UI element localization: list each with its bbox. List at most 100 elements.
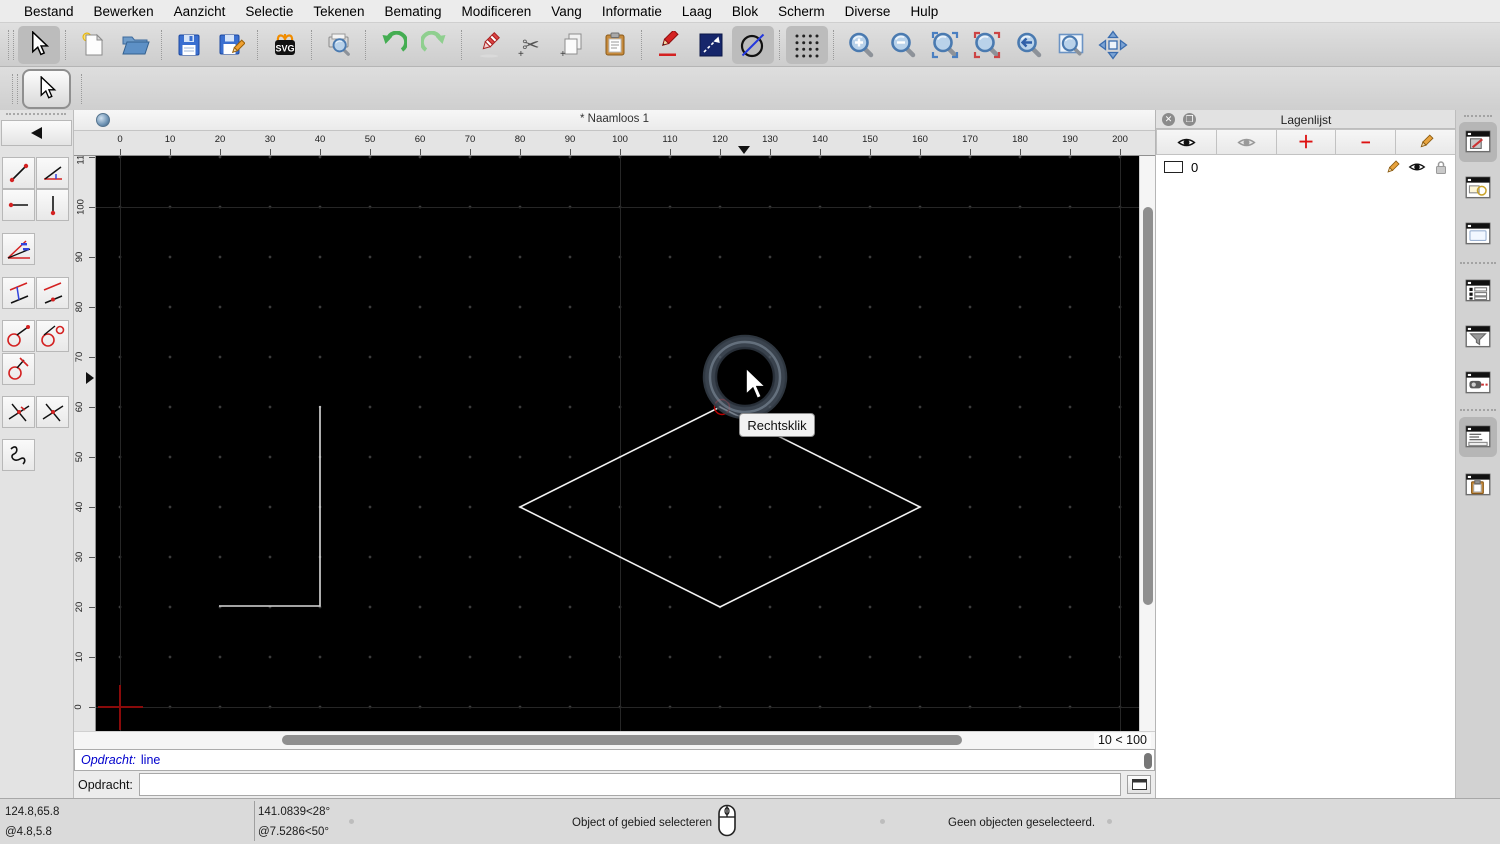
current-tool-select-button[interactable] <box>22 69 71 109</box>
svg-export-button[interactable]: SVG <box>264 26 306 64</box>
menu-tekenen[interactable]: Tekenen <box>303 4 374 19</box>
entity-list-dock-button[interactable] <box>1459 271 1497 311</box>
dock-drag-handle[interactable] <box>1464 115 1492 117</box>
document-title: * Naamloos 1 <box>74 113 1155 125</box>
cut-button[interactable]: ✂ + <box>510 26 552 64</box>
line-bisector-button[interactable] <box>2 233 35 265</box>
drawing-canvas[interactable]: Rechtsklik <box>96 156 1139 731</box>
menu-hulp[interactable]: Hulp <box>900 4 948 19</box>
h-ruler-label: 120 <box>712 134 728 145</box>
paste-button[interactable] <box>594 26 636 64</box>
h-ruler-tick <box>470 149 471 155</box>
zoom-window-button[interactable] <box>1050 26 1092 64</box>
layer-list-panel: ✕ ❐ Lagenlijst ＋ − 0 <box>1155 110 1455 798</box>
palette-back-button[interactable] <box>1 120 72 146</box>
horizontal-scrollbar-thumb[interactable] <box>282 735 962 745</box>
undo-button[interactable] <box>372 26 414 64</box>
layer-list-dock-button[interactable] <box>1459 122 1497 162</box>
save-as-button[interactable] <box>210 26 252 64</box>
remove-layer-button[interactable]: − <box>1336 129 1396 155</box>
menu-modificeren[interactable]: Modificeren <box>452 4 542 19</box>
options-drag-handle[interactable] <box>12 74 18 104</box>
pen-edit-button[interactable] <box>648 26 690 64</box>
draw-line-button[interactable] <box>690 26 732 64</box>
document-tab-bar[interactable]: * Naamloos 1 <box>74 110 1155 131</box>
block-list-dock-button[interactable] <box>1459 168 1497 208</box>
line-relative-angle-button[interactable] <box>2 396 35 428</box>
zoom-back-button[interactable] <box>1008 26 1050 64</box>
zoom-out-button[interactable] <box>882 26 924 64</box>
h-ruler-tick <box>270 149 271 155</box>
show-all-layers-button[interactable] <box>1156 129 1217 155</box>
menu-vang[interactable]: Vang <box>541 4 592 19</box>
layer-color-swatch[interactable] <box>1164 161 1183 173</box>
restrict-nothing-button[interactable] <box>732 26 774 64</box>
add-layer-button[interactable]: ＋ <box>1277 129 1337 155</box>
clipboard-dock-button[interactable] <box>1459 465 1497 505</box>
diamond-polygon[interactable] <box>520 407 920 607</box>
layer-toolbar: ＋ − <box>1156 129 1456 155</box>
copy-button[interactable]: + <box>552 26 594 64</box>
menu-informatie[interactable]: Informatie <box>592 4 672 19</box>
edit-layer-button[interactable] <box>1396 129 1456 155</box>
open-file-button[interactable] <box>114 26 156 64</box>
zoom-in-button[interactable] <box>840 26 882 64</box>
line-relative-angle-icon <box>6 399 32 425</box>
palette-drag-handle[interactable] <box>6 113 66 115</box>
print-preview-button[interactable] <box>318 26 360 64</box>
zoom-previous-button[interactable] <box>966 26 1008 64</box>
vertical-scrollbar-thumb[interactable] <box>1143 207 1153 605</box>
svg-text:+: + <box>518 49 524 59</box>
line-parallel-button[interactable] <box>36 277 69 309</box>
layer-visibility-button[interactable] <box>1408 161 1426 173</box>
menu-laag[interactable]: Laag <box>672 4 722 19</box>
save-button[interactable] <box>168 26 210 64</box>
library-browser-dock-button[interactable] <box>1459 214 1497 254</box>
delete-eraser-button[interactable] <box>468 26 510 64</box>
line-orthogonal-tangent-button[interactable] <box>2 353 35 385</box>
paste-icon <box>601 31 629 59</box>
layer-row[interactable]: 0 <box>1156 157 1456 177</box>
v-ruler: 0102030405060708090100110 <box>74 156 96 731</box>
line-angle-button[interactable] <box>36 157 69 189</box>
toolbar-drag-handle[interactable] <box>8 30 14 60</box>
zoom-auto-button[interactable] <box>924 26 966 64</box>
menu-diverse[interactable]: Diverse <box>835 4 901 19</box>
line-horizontal-button[interactable] <box>2 189 35 221</box>
l-shape-polyline[interactable] <box>219 406 320 606</box>
menu-bemating[interactable]: Bemating <box>374 4 451 19</box>
menu-bar: Bestand Bewerken Aanzicht Selectie Teken… <box>0 0 1500 23</box>
redo-button[interactable] <box>414 26 456 64</box>
menu-scherm[interactable]: Scherm <box>768 4 835 19</box>
line-parallel-icon <box>41 281 65 305</box>
layer-lock-button[interactable] <box>1434 160 1448 175</box>
dock-separator <box>1460 409 1496 411</box>
snap-grid-button[interactable] <box>786 26 828 64</box>
select-cursor-button[interactable] <box>18 26 60 64</box>
line-vertical-button[interactable] <box>36 189 69 221</box>
line-parallel-point-button[interactable] <box>2 277 35 309</box>
tool-options-toolbar <box>0 67 1500 110</box>
history-scrollbar-thumb[interactable] <box>1144 753 1152 769</box>
pen-wizard-dock-button[interactable] <box>1459 363 1497 403</box>
line-two-points-button[interactable] <box>2 157 35 189</box>
menu-bestand[interactable]: Bestand <box>14 4 84 19</box>
hide-all-layers-button[interactable] <box>1217 129 1277 155</box>
menu-selectie[interactable]: Selectie <box>235 4 303 19</box>
vertical-scrollbar[interactable] <box>1139 156 1155 731</box>
menu-bewerken[interactable]: Bewerken <box>84 4 164 19</box>
line-tangent-point-circle-button[interactable] <box>2 320 35 352</box>
selection-filter-dock-button[interactable] <box>1459 317 1497 357</box>
command-line-dock-button[interactable] <box>1459 417 1497 457</box>
menu-blok[interactable]: Blok <box>722 4 768 19</box>
layer-edit-button[interactable] <box>1385 160 1400 175</box>
command-options-button[interactable] <box>1127 775 1151 794</box>
line-tangent-circles-button[interactable] <box>36 320 69 352</box>
line-orthogonal-button[interactable] <box>36 396 69 428</box>
command-input[interactable] <box>139 773 1121 796</box>
horizontal-scrollbar[interactable]: 10 < 100 <box>74 731 1155 749</box>
line-freehand-button[interactable] <box>2 439 35 471</box>
new-document-button[interactable] <box>72 26 114 64</box>
menu-aanzicht[interactable]: Aanzicht <box>164 4 236 19</box>
zoom-pan-button[interactable] <box>1092 26 1134 64</box>
